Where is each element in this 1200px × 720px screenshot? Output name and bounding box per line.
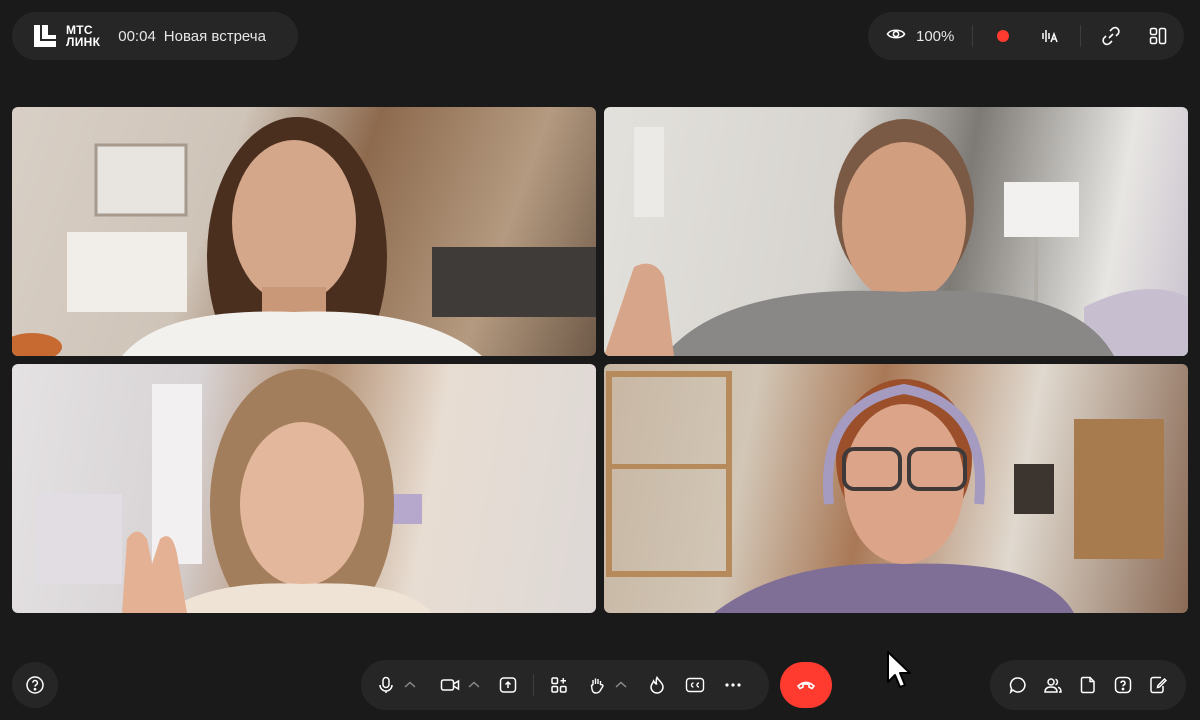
raise-hand-icon (590, 678, 604, 694)
chat-icon (1009, 677, 1026, 694)
microphone-icon (379, 676, 393, 693)
files-icon (1080, 676, 1095, 694)
chat-button[interactable] (1007, 674, 1029, 696)
side-panel-controls (990, 660, 1186, 710)
reaction-button[interactable] (646, 674, 668, 696)
more-icon (725, 683, 741, 687)
camera-button[interactable] (439, 674, 461, 696)
chevron-up-icon (404, 681, 416, 688)
record-icon (997, 30, 1010, 42)
view-zoom[interactable]: 100% (886, 24, 954, 48)
participant-video (12, 117, 596, 356)
captions-audio-icon (1042, 30, 1059, 43)
notes-icon (1150, 676, 1168, 694)
layout-icon (1149, 27, 1167, 45)
participant-tile[interactable] (12, 107, 596, 356)
copy-link-button[interactable] (1099, 24, 1123, 48)
participants-icon (1044, 678, 1062, 693)
more-button[interactable] (722, 674, 744, 696)
chevron-up-icon (615, 681, 627, 688)
call-controls (361, 660, 769, 710)
apps-icon (551, 677, 567, 693)
logo-line-2: ЛИНК (66, 35, 101, 49)
help-button[interactable] (12, 662, 58, 708)
hang-up-icon (796, 681, 816, 690)
meeting-info-bar: МТС ЛИНК 00:04 Новая встреча (12, 12, 298, 60)
raise-hand-options-button[interactable] (614, 674, 628, 696)
meeting-title[interactable]: Новая встреча (164, 28, 266, 45)
camera-options-button[interactable] (467, 674, 481, 696)
captions-audio-button[interactable] (1039, 24, 1063, 48)
participant-video (606, 371, 1164, 613)
participant-video (604, 119, 1188, 356)
divider (1080, 25, 1082, 47)
eye-icon (886, 24, 906, 48)
link-icon (1102, 26, 1120, 46)
logo-text: МТС ЛИНК (66, 24, 100, 48)
notes-button[interactable] (1147, 674, 1169, 696)
camera-icon (440, 679, 460, 691)
participant-tile[interactable] (604, 364, 1188, 613)
captions-button[interactable] (684, 674, 706, 696)
files-button[interactable] (1077, 674, 1099, 696)
meeting-timer: 00:04 (118, 27, 156, 45)
share-screen-icon (499, 677, 517, 693)
reaction-icon (650, 676, 664, 694)
cc-icon (685, 677, 705, 693)
apps-button[interactable] (548, 674, 570, 696)
raise-hand-button[interactable] (586, 674, 608, 696)
questions-button[interactable] (1112, 674, 1134, 696)
mts-link-logo: МТС ЛИНК (32, 23, 100, 49)
mouse-cursor-icon (886, 650, 914, 697)
microphone-options-button[interactable] (403, 674, 417, 696)
participant-tile[interactable] (604, 107, 1188, 356)
logo-mark-icon (32, 23, 58, 49)
video-grid (12, 107, 1188, 614)
participant-tile[interactable] (12, 364, 596, 613)
help-icon (26, 676, 44, 694)
divider (972, 25, 974, 47)
participant-video (37, 369, 432, 613)
share-screen-button[interactable] (497, 674, 519, 696)
questions-icon (1114, 676, 1132, 694)
chevron-up-icon (468, 681, 480, 688)
end-call-button[interactable] (780, 662, 832, 708)
meeting-status-bar: 100% (868, 12, 1184, 60)
participants-button[interactable] (1042, 674, 1064, 696)
divider (533, 674, 534, 696)
microphone-button[interactable] (375, 674, 397, 696)
zoom-level: 100% (916, 27, 955, 45)
layout-button[interactable] (1146, 24, 1170, 48)
record-button[interactable] (991, 24, 1015, 48)
